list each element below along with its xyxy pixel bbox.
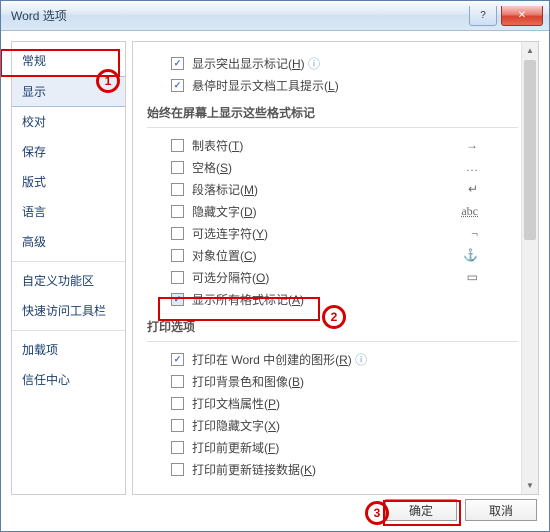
sidebar-item-trust-center[interactable]: 信任中心 xyxy=(12,365,125,395)
checkbox-icon[interactable] xyxy=(171,375,184,388)
check-optional-break[interactable]: 可选分隔符(O)▭ xyxy=(171,266,508,288)
separator xyxy=(147,341,518,342)
sidebar-item-addins[interactable]: 加载项 xyxy=(12,335,125,365)
help-button[interactable]: ? xyxy=(469,6,497,26)
checkbox-icon[interactable] xyxy=(171,79,184,92)
checkbox-icon[interactable] xyxy=(171,463,184,476)
check-optional-hyphen[interactable]: 可选连字符(Y)¬ xyxy=(171,222,508,244)
checkbox-icon[interactable] xyxy=(171,441,184,454)
example-icon: ⚓ xyxy=(463,248,478,263)
scrollbar[interactable]: ▲ ▼ xyxy=(521,42,538,494)
window-buttons: ? ✕ xyxy=(469,6,543,26)
check-highlight-marks[interactable]: 显示突出显示标记(H) ⓘ xyxy=(171,52,508,74)
label: 悬停时显示文档工具提示(L) xyxy=(192,77,339,94)
checkbox-icon[interactable] xyxy=(171,161,184,174)
checkbox-icon[interactable] xyxy=(171,183,184,196)
checkbox-icon[interactable] xyxy=(171,249,184,262)
dialog-buttons: 3 确定 取消 xyxy=(1,495,549,531)
separator xyxy=(147,127,518,128)
sidebar-item-language[interactable]: 语言 xyxy=(12,197,125,227)
check-object-anchor[interactable]: 对象位置(C)⚓ xyxy=(171,244,508,266)
content-scroll[interactable]: 显示突出显示标记(H) ⓘ 悬停时显示文档工具提示(L) 始终在屏幕上显示这些格… xyxy=(133,42,538,494)
example-icon: ▭ xyxy=(467,270,478,285)
checkbox-icon[interactable] xyxy=(171,57,184,70)
checkbox-icon[interactable] xyxy=(171,397,184,410)
checkbox-icon[interactable] xyxy=(171,139,184,152)
sidebar: 常规 显示 校对 保存 版式 语言 高级 自定义功能区 快速访问工具栏 加载项 … xyxy=(11,41,126,495)
check-tab[interactable]: 制表符(T)→ xyxy=(171,134,508,156)
check-update-links[interactable]: 打印前更新链接数据(K) xyxy=(171,458,508,480)
example-icon: abc xyxy=(461,204,478,219)
sidebar-item-general[interactable]: 常规 xyxy=(12,46,125,76)
example-icon: → xyxy=(466,138,478,153)
check-print-properties[interactable]: 打印文档属性(P) xyxy=(171,392,508,414)
check-paragraph[interactable]: 段落标记(M)↵ xyxy=(171,178,508,200)
cancel-button[interactable]: 取消 xyxy=(465,499,537,521)
titlebar[interactable]: Word 选项 ? ✕ xyxy=(1,1,549,31)
scroll-up-icon[interactable]: ▲ xyxy=(522,42,538,59)
group-print-options: 打印选项 xyxy=(147,318,508,335)
sidebar-item-proofing[interactable]: 校对 xyxy=(12,107,125,137)
example-icon: ¬ xyxy=(471,226,478,241)
check-space[interactable]: 空格(S)… xyxy=(171,156,508,178)
checkbox-icon[interactable] xyxy=(171,293,184,306)
checkbox-icon[interactable] xyxy=(171,419,184,432)
checkbox-icon[interactable] xyxy=(171,353,184,366)
sidebar-separator-1 xyxy=(12,261,125,262)
check-hidden-text[interactable]: 隐藏文字(D)abc xyxy=(171,200,508,222)
sidebar-item-advanced[interactable]: 高级 xyxy=(12,227,125,257)
label: 显示突出显示标记(H) ⓘ xyxy=(192,55,320,72)
sidebar-item-display[interactable]: 显示 xyxy=(12,76,125,107)
sidebar-item-customize-ribbon[interactable]: 自定义功能区 xyxy=(12,266,125,296)
scroll-down-icon[interactable]: ▼ xyxy=(522,477,538,494)
dialog-body: 1 常规 显示 校对 保存 版式 语言 高级 自定义功能区 快速访问工具栏 加载… xyxy=(1,31,549,495)
checkbox-icon[interactable] xyxy=(171,271,184,284)
example-icon: … xyxy=(466,160,478,175)
check-update-fields[interactable]: 打印前更新域(F) xyxy=(171,436,508,458)
sidebar-item-quick-access[interactable]: 快速访问工具栏 xyxy=(12,296,125,326)
group-formatting-marks: 始终在屏幕上显示这些格式标记 xyxy=(147,104,508,121)
scroll-thumb[interactable] xyxy=(524,60,536,240)
example-icon: ↵ xyxy=(468,182,478,197)
check-show-all-marks[interactable]: 显示所有格式标记(A) xyxy=(171,288,508,310)
sidebar-item-save[interactable]: 保存 xyxy=(12,137,125,167)
checkbox-icon[interactable] xyxy=(171,227,184,240)
content-panel: 显示突出显示标记(H) ⓘ 悬停时显示文档工具提示(L) 始终在屏幕上显示这些格… xyxy=(132,41,539,495)
ok-button[interactable]: 确定 xyxy=(385,499,457,521)
check-print-drawings[interactable]: 打印在 Word 中创建的图形(R) ⓘ xyxy=(171,348,508,370)
checkbox-icon[interactable] xyxy=(171,205,184,218)
close-button[interactable]: ✕ xyxy=(501,6,543,26)
check-tooltip[interactable]: 悬停时显示文档工具提示(L) xyxy=(171,74,508,96)
sidebar-separator-2 xyxy=(12,330,125,331)
word-options-window: Word 选项 ? ✕ 1 常规 显示 校对 保存 版式 语言 高级 自定义功能… xyxy=(0,0,550,532)
window-title: Word 选项 xyxy=(11,7,469,24)
sidebar-item-layout[interactable]: 版式 xyxy=(12,167,125,197)
check-print-background[interactable]: 打印背景色和图像(B) xyxy=(171,370,508,392)
check-print-hidden[interactable]: 打印隐藏文字(X) xyxy=(171,414,508,436)
